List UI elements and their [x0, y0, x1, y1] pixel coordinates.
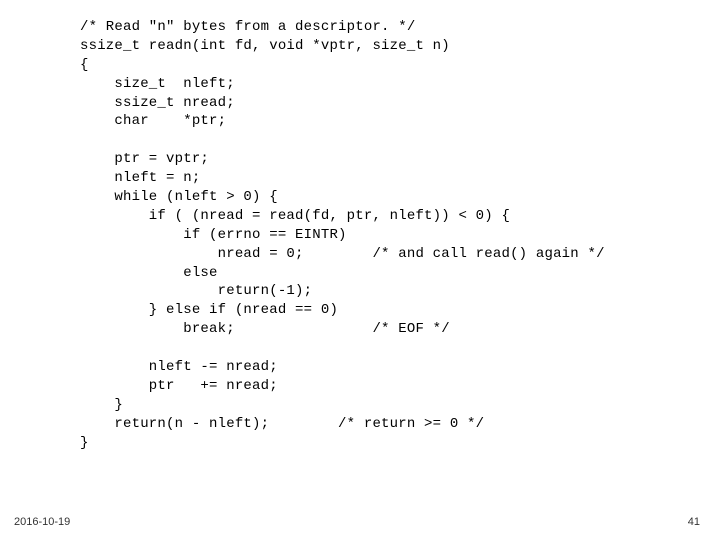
code-block: /* Read "n" bytes from a descriptor. */ …: [80, 18, 605, 452]
footer-date: 2016-10-19: [14, 515, 70, 530]
footer-page-number: 41: [688, 515, 700, 530]
slide: /* Read "n" bytes from a descriptor. */ …: [0, 0, 720, 540]
